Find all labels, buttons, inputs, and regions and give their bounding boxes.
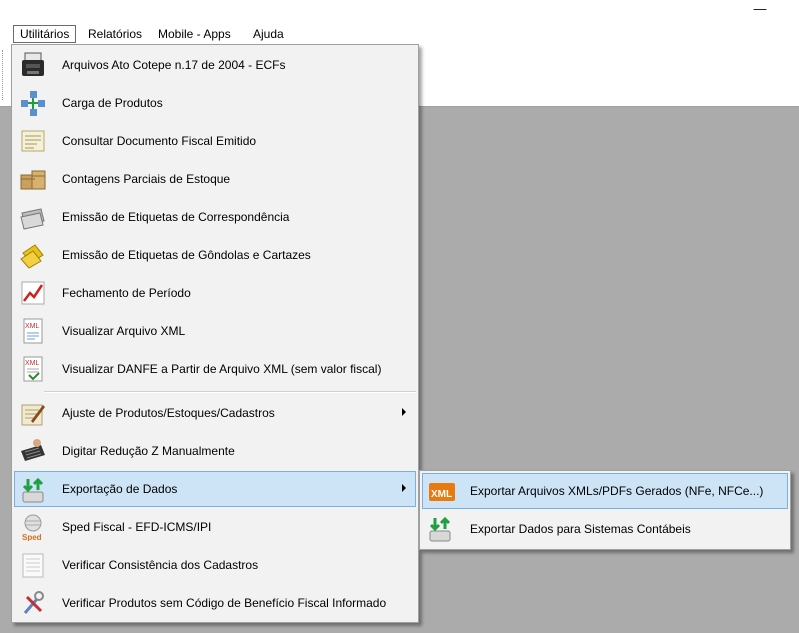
menu-item-label: Carga de Produtos (62, 96, 163, 110)
svg-text:XML: XML (25, 360, 40, 367)
svg-text:XML: XML (25, 323, 40, 330)
submenu-item-label: Exportar Arquivos XMLs/PDFs Gerados (NFe… (470, 484, 764, 498)
exportacao-submenu: XML Exportar Arquivos XMLs/PDFs Gerados … (419, 470, 791, 550)
boxes-icon (19, 165, 47, 193)
menu-bar: Utilitários Relatórios Mobile - Apps Aju… (0, 24, 799, 44)
utilitarios-dropdown: Arquivos Ato Cotepe n.17 de 2004 - ECFs … (11, 44, 419, 623)
menu-item-exportacao-dados[interactable]: Exportação de Dados (14, 471, 416, 507)
menu-item-visualizar-xml[interactable]: XML Visualizar Arquivo XML (14, 313, 416, 349)
keyboard-icon (19, 437, 47, 465)
menu-item-label: Consultar Documento Fiscal Emitido (62, 134, 257, 148)
menu-item-carga-produtos[interactable]: Carga de Produtos (14, 85, 416, 121)
submenu-arrow-icon (402, 408, 406, 416)
ecf-printer-icon (19, 51, 47, 79)
menu-mobile-apps[interactable]: Mobile - Apps (152, 25, 237, 43)
menu-item-fechamento-periodo[interactable]: Fechamento de Período (14, 275, 416, 311)
menu-item-reducao-z[interactable]: Digitar Redução Z Manualmente (14, 433, 416, 469)
export-icon (20, 476, 48, 504)
menu-item-consultar-documento[interactable]: Consultar Documento Fiscal Emitido (14, 123, 416, 159)
menu-item-label: Ajuste de Produtos/Estoques/Cadastros (62, 406, 275, 420)
svg-text:XML: XML (431, 489, 452, 500)
tools-icon (19, 589, 47, 617)
menu-item-arquivos-ato-cotepe[interactable]: Arquivos Ato Cotepe n.17 de 2004 - ECFs (14, 47, 416, 83)
pen-paper-icon (19, 399, 47, 427)
document-icon (19, 127, 47, 155)
menu-item-verificar-produtos[interactable]: Verificar Produtos sem Código de Benefíc… (14, 585, 416, 621)
database-export-icon (427, 515, 455, 543)
svg-text:Sped: Sped (22, 533, 42, 541)
xml-export-icon: XML (428, 478, 456, 506)
menu-item-label: Digitar Redução Z Manualmente (62, 444, 235, 458)
menu-item-verificar-consistencia[interactable]: Verificar Consistência dos Cadastros (14, 547, 416, 583)
submenu-arrow-icon (402, 484, 406, 492)
sped-icon: Sped (19, 513, 47, 541)
minimize-button[interactable]: — (745, 2, 775, 18)
menu-item-label: Exportação de Dados (62, 482, 178, 496)
menu-item-sped-fiscal[interactable]: Sped Sped Fiscal - EFD-ICMS/IPI (14, 509, 416, 545)
menu-ajuda[interactable]: Ajuda (247, 25, 290, 43)
menu-item-contagens-parciais[interactable]: Contagens Parciais de Estoque (14, 161, 416, 197)
menu-item-etiquetas-gondolas[interactable]: Emissão de Etiquetas de Gôndolas e Carta… (14, 237, 416, 273)
menu-item-etiquetas-correspondencia[interactable]: Emissão de Etiquetas de Correspondência (14, 199, 416, 235)
menu-item-label: Verificar Produtos sem Código de Benefíc… (62, 596, 387, 610)
tags-icon (19, 241, 47, 269)
title-bar: — (0, 0, 799, 24)
checklist-icon (19, 551, 47, 579)
submenu-item-label: Exportar Dados para Sistemas Contábeis (470, 522, 691, 536)
xml-danfe-icon: XML (19, 355, 47, 383)
menu-item-label: Visualizar DANFE a Partir de Arquivo XML… (62, 362, 382, 376)
menu-item-label: Emissão de Etiquetas de Correspondência (62, 210, 290, 224)
menu-separator (44, 391, 416, 393)
envelopes-icon (19, 203, 47, 231)
menu-utilitarios[interactable]: Utilitários (13, 25, 77, 43)
submenu-item-exportar-xmls[interactable]: XML Exportar Arquivos XMLs/PDFs Gerados … (422, 473, 788, 509)
xml-file-icon: XML (19, 317, 47, 345)
network-transfer-icon (19, 89, 47, 117)
chart-icon (19, 279, 47, 307)
menu-item-label: Sped Fiscal - EFD-ICMS/IPI (62, 520, 212, 534)
menu-item-label: Emissão de Etiquetas de Gôndolas e Carta… (62, 248, 311, 262)
menu-item-label: Visualizar Arquivo XML (62, 324, 186, 338)
submenu-item-exportar-contabeis[interactable]: Exportar Dados para Sistemas Contábeis (422, 511, 788, 547)
menu-item-visualizar-danfe[interactable]: XML Visualizar DANFE a Partir de Arquivo… (14, 351, 416, 387)
menu-item-ajuste-produtos[interactable]: Ajuste de Produtos/Estoques/Cadastros (14, 395, 416, 431)
toolbar-grip[interactable] (2, 50, 5, 100)
menu-item-label: Arquivos Ato Cotepe n.17 de 2004 - ECFs (62, 58, 286, 72)
menu-item-label: Fechamento de Período (62, 286, 191, 300)
menu-item-label: Verificar Consistência dos Cadastros (62, 558, 259, 572)
menu-relatorios[interactable]: Relatórios (82, 25, 148, 43)
menu-item-label: Contagens Parciais de Estoque (62, 172, 231, 186)
